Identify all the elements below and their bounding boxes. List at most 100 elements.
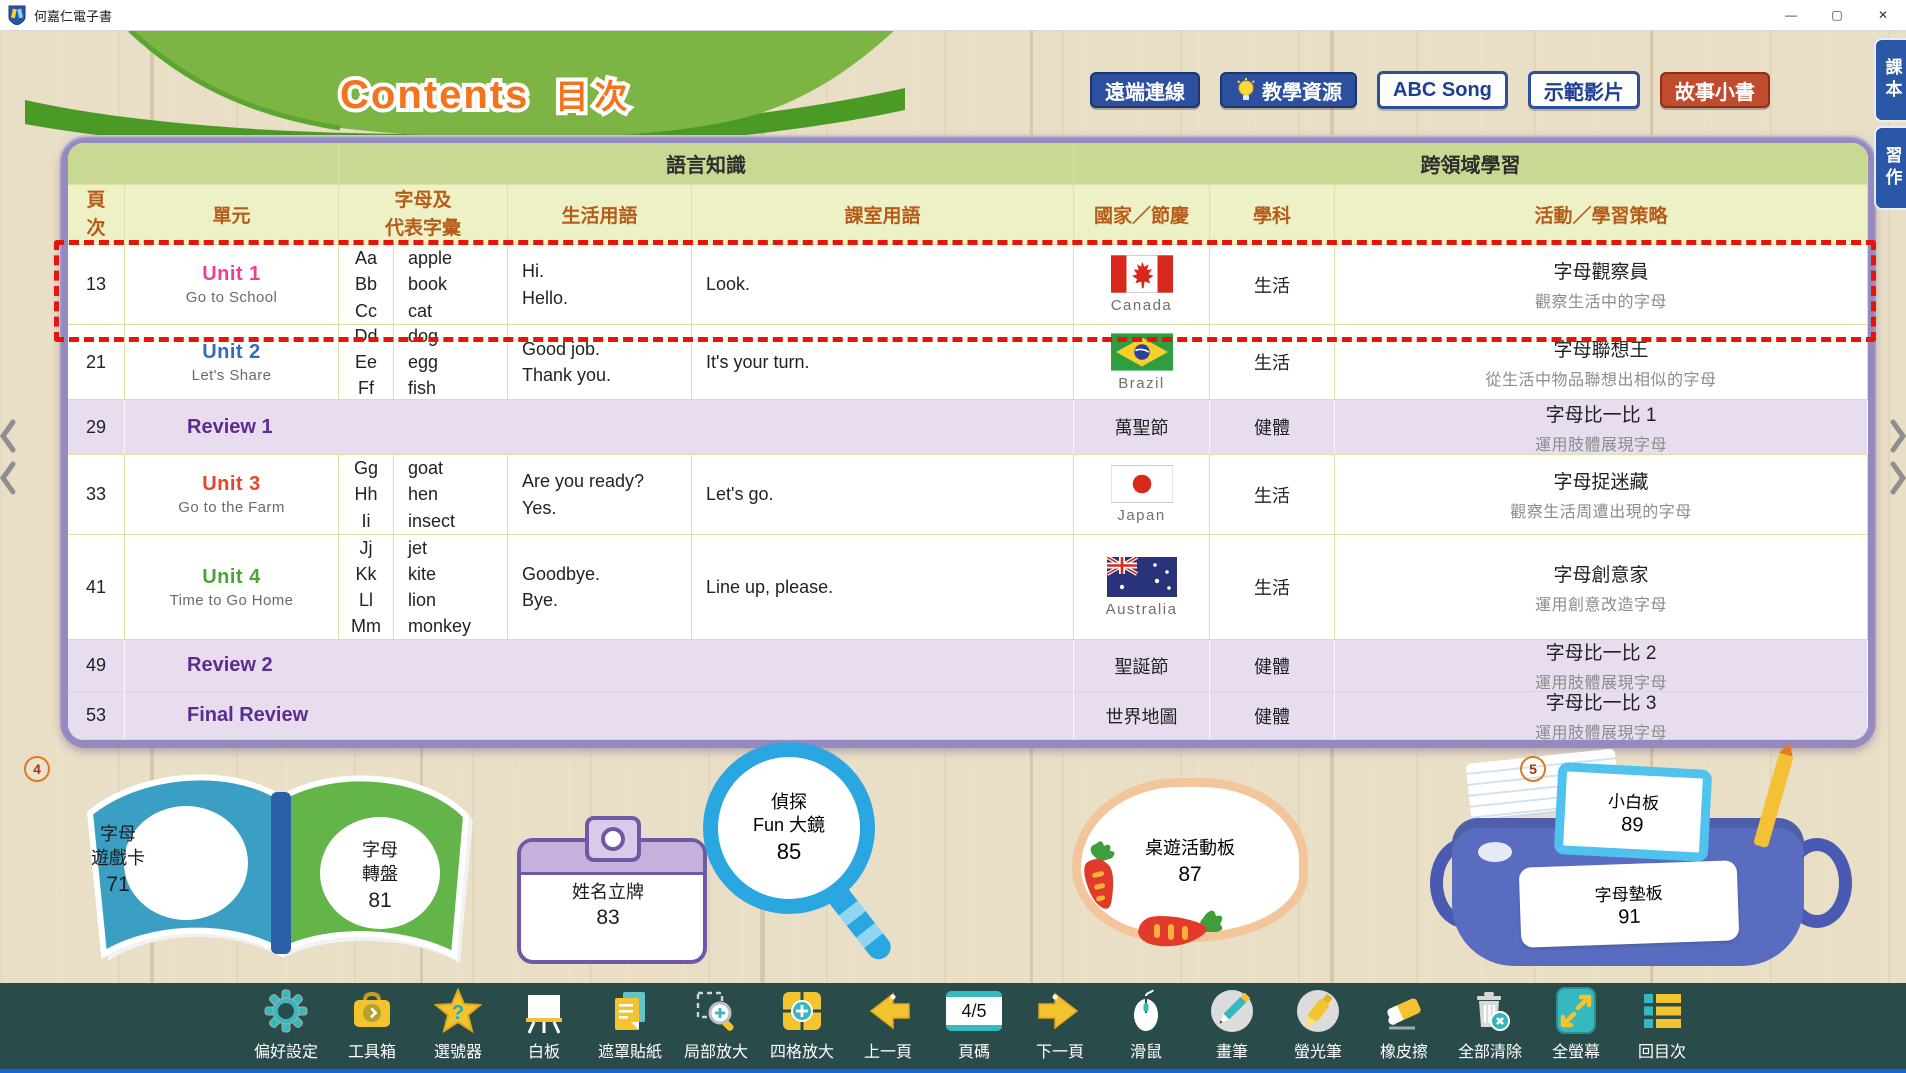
- toolbar-mask-stickers[interactable]: 遮罩貼紙: [587, 983, 673, 1067]
- page-title: Contents 目次: [340, 70, 633, 118]
- minimize-button[interactable]: —: [1768, 0, 1814, 30]
- unit-1-cell[interactable]: Unit 1 Go to School: [125, 245, 339, 325]
- tab-workbook[interactable]: 習作: [1874, 126, 1906, 210]
- toolbar-label: 遮罩貼紙: [598, 1038, 662, 1062]
- remote-connection-label: 遠端連線: [1105, 76, 1185, 105]
- sticker-sheets-icon: [607, 988, 653, 1034]
- toolbar-eraser[interactable]: 橡皮擦: [1361, 983, 1447, 1067]
- toolbar-page-number[interactable]: 4/5 頁碼: [931, 983, 1017, 1067]
- toolbar-highlighter[interactable]: 螢光筆: [1275, 983, 1361, 1067]
- game-cards-label: 字母 遊戲卡: [56, 822, 180, 871]
- country-caption: Brazil: [1118, 375, 1165, 392]
- subject-cell: 健體: [1210, 692, 1335, 740]
- review-2-cell[interactable]: Review 2: [125, 640, 1074, 692]
- classroom-phrases-cell: Line up, please.: [692, 535, 1074, 640]
- toolbar-label: 四格放大: [770, 1038, 834, 1062]
- unit-3-title: Unit 3: [202, 473, 261, 496]
- letters-cell: Gg Hh Ii: [339, 455, 394, 535]
- toolbar-whiteboard[interactable]: 白板: [501, 983, 587, 1067]
- area-magnifier-icon: [693, 988, 739, 1034]
- contents-title-en: Contents: [340, 73, 529, 118]
- toolbar-back-to-contents[interactable]: 回目次: [1619, 983, 1705, 1067]
- fun-magnifier-link[interactable]: 偵探 Fun 大鏡 85: [703, 742, 875, 914]
- activity-title: 字母比一比 2: [1546, 638, 1657, 665]
- name-stand-clip: [585, 816, 641, 862]
- demo-video-button[interactable]: 示範影片: [1528, 71, 1640, 109]
- toolbar-next-page[interactable]: 下一頁: [1017, 983, 1103, 1067]
- four-grid-zoom-icon: [779, 988, 825, 1034]
- toolbar-label: 局部放大: [684, 1038, 748, 1062]
- contents-title-zh: 目次: [555, 70, 633, 118]
- toolbar-clear-all[interactable]: 全部清除: [1447, 983, 1533, 1067]
- game-cards-link[interactable]: 字母 遊戲卡 71: [56, 822, 180, 897]
- page-number: 53: [68, 692, 125, 740]
- japan-flag-icon: [1111, 465, 1173, 503]
- page-indicator: 4/5: [946, 991, 1002, 1031]
- words-cell: apple book cat: [394, 245, 508, 325]
- life-phrases-cell: Are you ready? Yes.: [508, 455, 692, 535]
- review-1-cell[interactable]: Review 1: [125, 400, 1074, 455]
- page-badge-right[interactable]: 5: [1520, 756, 1546, 782]
- toolbar-label: 工具箱: [348, 1038, 396, 1062]
- arrow-left-icon: [863, 988, 913, 1034]
- life-phrases-cell: Good job. Thank you.: [508, 325, 692, 400]
- easel-whiteboard-icon: [521, 988, 567, 1034]
- country-caption: Japan: [1117, 507, 1165, 524]
- pen-icon: [1209, 988, 1255, 1034]
- app-logo-icon: [8, 5, 26, 25]
- toolbar-pen[interactable]: 畫筆: [1189, 983, 1275, 1067]
- letter-mat-link[interactable]: 字母墊板 91: [1519, 860, 1740, 948]
- remote-connection-button[interactable]: 遠端連線: [1090, 72, 1200, 108]
- toolbar-label: 滑鼠: [1130, 1038, 1162, 1062]
- activity-cell: 字母創意家 運用創意改造字母: [1335, 535, 1868, 640]
- carrot-icon: [1078, 838, 1126, 930]
- group-header-language: 語言知識: [339, 143, 1074, 185]
- teaching-resources-button[interactable]: 教學資源: [1220, 72, 1357, 108]
- maximize-button[interactable]: ▢: [1814, 0, 1860, 30]
- toolbar-mouse[interactable]: 滑鼠: [1103, 983, 1189, 1067]
- close-button[interactable]: ✕: [1860, 0, 1906, 30]
- toolbar-toolbox[interactable]: 工具箱: [329, 983, 415, 1067]
- toolbar-prev-page[interactable]: 上一頁: [845, 983, 931, 1067]
- page-badge-left[interactable]: 4: [24, 756, 50, 782]
- star-question-icon: ?: [434, 988, 482, 1034]
- letters-cell: Dd Ee Ff: [339, 325, 394, 400]
- festival-cell: 世界地圖: [1074, 692, 1210, 740]
- subject-cell: 生活: [1210, 245, 1335, 325]
- unit-4-cell[interactable]: Unit 4 Time to Go Home: [125, 535, 339, 640]
- name-stand-page: 83: [521, 906, 695, 930]
- unit-1-title: Unit 1: [202, 263, 261, 286]
- unit-2-cell[interactable]: Unit 2 Let's Share: [125, 325, 339, 400]
- australia-flag-icon: [1107, 557, 1177, 597]
- toolbar-preferences[interactable]: 偏好設定: [243, 983, 329, 1067]
- toolbar-partial-zoom[interactable]: 局部放大: [673, 983, 759, 1067]
- abc-song-button[interactable]: ABC Song: [1377, 71, 1508, 109]
- whiteboard-label: 小白板: [1608, 786, 1660, 814]
- tab-textbook[interactable]: 課本: [1874, 38, 1906, 122]
- col-header-activity: 活動／學習策略: [1335, 185, 1868, 245]
- activity-cell: 字母觀察員 觀察生活中的字母: [1335, 245, 1868, 325]
- classroom-phrases-cell: It's your turn.: [692, 325, 1074, 400]
- basket-highlight: [1478, 842, 1512, 862]
- col-header-letters: 字母及 代表字彙: [339, 185, 508, 245]
- brazil-flag-icon: [1111, 333, 1173, 371]
- story-book-button[interactable]: 故事小書: [1660, 72, 1770, 108]
- letter-spinner-link[interactable]: 字母 轉盤 81: [318, 838, 442, 913]
- life-phrases-cell: Hi. Hello.: [508, 245, 692, 325]
- next-page-edge-arrow[interactable]: [1890, 418, 1906, 500]
- toolbar-label: 全部清除: [1458, 1038, 1522, 1062]
- page-number: 21: [68, 325, 125, 400]
- activity-title: 字母比一比 3: [1546, 688, 1657, 715]
- toolbar-label: 橡皮擦: [1380, 1038, 1428, 1062]
- activity-cell: 字母捉迷藏 觀察生活周遭出現的字母: [1335, 455, 1868, 535]
- toolbar-quad-zoom[interactable]: 四格放大: [759, 983, 845, 1067]
- toolbar-label: 全螢幕: [1552, 1038, 1600, 1062]
- unit-3-cell[interactable]: Unit 3 Go to the Farm: [125, 455, 339, 535]
- final-review-cell[interactable]: Final Review: [125, 692, 1074, 740]
- activity-title: 字母聯想王: [1553, 335, 1648, 362]
- whiteboard-link[interactable]: 小白板 89: [1554, 762, 1713, 862]
- toolbar-fullscreen[interactable]: 全螢幕: [1533, 983, 1619, 1067]
- page-number: 49: [68, 640, 125, 692]
- toolbar-number-picker[interactable]: ? 選號器: [415, 983, 501, 1067]
- prev-page-edge-arrow[interactable]: [0, 418, 16, 500]
